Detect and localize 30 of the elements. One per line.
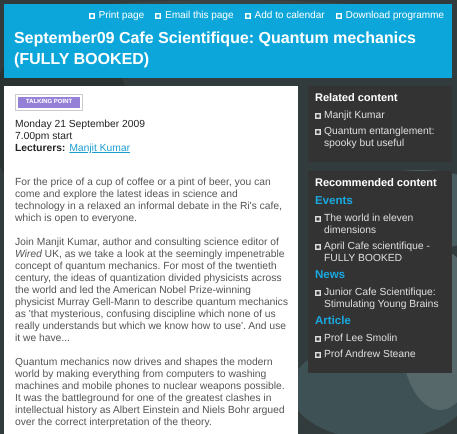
event-time: 7.00pm start bbox=[15, 131, 74, 143]
sidebar-link[interactable]: Prof Andrew Steane bbox=[315, 349, 446, 361]
sidebar-link[interactable]: The world in eleven dimensions bbox=[315, 213, 446, 237]
sidebar-link[interactable]: April Cafe scientifique - FULLY BOOKED bbox=[315, 241, 446, 265]
panel-title: Recommended content bbox=[315, 177, 438, 189]
bullet-icon bbox=[244, 12, 251, 18]
bullet-icon bbox=[315, 129, 321, 135]
event-date: Monday 21 September 2009 bbox=[15, 119, 146, 131]
page-title: September09 Cafe Scientifique: Quantum mechanics (FULLY BOOKED) bbox=[14, 29, 417, 70]
bullet-icon bbox=[315, 336, 321, 342]
bullet-icon bbox=[155, 12, 162, 18]
bullet-icon bbox=[315, 290, 321, 296]
body-paragraph: Quantum mechanics now drives and shapes the modern world by making everything from computers to washing machines and mobile phones to nuclear weapons possible. It was the battleground for one of the greatest clashes in intellectual history as Albert Einstein and Niels Bohr argued over the correct interpretation of the theory. bbox=[15, 357, 286, 429]
lecturers-label: Lecturers: bbox=[15, 143, 66, 155]
sidebar-link[interactable]: Prof Lee Smolin bbox=[315, 333, 446, 345]
bullet-icon bbox=[336, 12, 342, 18]
bullet-icon bbox=[315, 216, 321, 222]
body-paragraph: For the price of a cup of coffee or a pint of beer, you can come and explore the latest ideas in science and technology in a relaxed an informal debate in the Ri's cafe, which is open to everyone. bbox=[15, 177, 283, 225]
section-heading: Article bbox=[315, 315, 352, 327]
sidebar-link[interactable]: Manjit Kumar bbox=[315, 110, 446, 122]
bullet-icon bbox=[88, 12, 95, 18]
sidebar-link[interactable]: Junior Cafe Scientifique: Stimulating Young Brains bbox=[315, 287, 446, 311]
section-heading: Events bbox=[315, 195, 354, 207]
panel-title: Related content bbox=[315, 92, 399, 104]
section-heading: News bbox=[315, 269, 346, 281]
bullet-icon bbox=[315, 113, 321, 119]
sidebar-link[interactable]: Quantum entanglement: spooky but useful bbox=[315, 126, 446, 150]
bullet-icon bbox=[315, 244, 321, 250]
bullet-icon bbox=[315, 352, 321, 358]
body-paragraph: Join Manjit Kumar, author and consulting science editor of Wired UK, as we take a look at the seemingly impenetrable concept of quantum mechanics. For most of the twentieth century, the ideas of quantization divided physicists across the world and led the American Nobel Prize-winning physicist Murray Gell-Mann to describe quantum mechanics as 'that mysterious, confusing discipline which none of us really understands but which we know how to use'. And use it we have... bbox=[15, 237, 289, 345]
